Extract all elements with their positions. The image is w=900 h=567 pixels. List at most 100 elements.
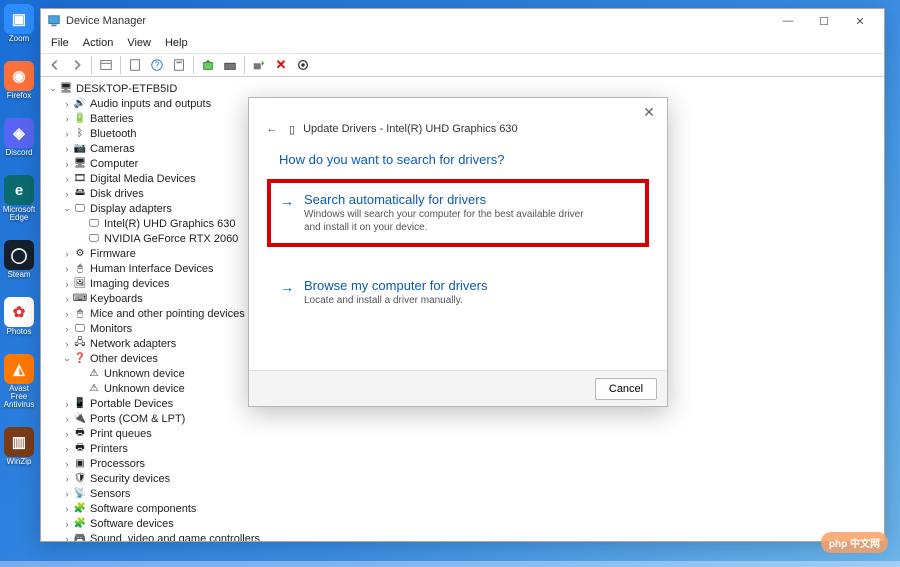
expand-icon[interactable]: › (61, 144, 73, 154)
menu-view[interactable]: View (127, 37, 151, 49)
update-driver-icon[interactable] (198, 55, 218, 75)
taskbar-app[interactable]: ◭Avast Free Antivirus (0, 354, 38, 409)
category-icon: 🎮 (73, 533, 87, 542)
app-icon: ▣ (4, 4, 34, 34)
tree-label: Processors (90, 458, 145, 470)
expand-icon[interactable]: › (61, 429, 73, 439)
svg-text:?: ? (155, 61, 160, 70)
expand-icon[interactable]: › (61, 129, 73, 139)
menubar: File Action View Help (41, 33, 884, 53)
expand-icon[interactable]: › (61, 339, 73, 349)
app-label: Zoom (9, 35, 29, 43)
tree-label: DESKTOP-ETFB5ID (76, 83, 177, 95)
option-description: Windows will search your computer for th… (304, 209, 594, 234)
category-icon: ⚠ (87, 383, 101, 395)
dialog-close-button[interactable]: ✕ (637, 102, 661, 122)
maximize-button[interactable]: ☐ (806, 11, 842, 31)
expand-icon[interactable]: › (61, 99, 73, 109)
taskbar-app[interactable]: ▣Zoom (0, 4, 38, 43)
expand-icon[interactable]: ⌄ (61, 203, 73, 214)
expand-icon[interactable]: ⌄ (61, 353, 73, 364)
window-title: Device Manager (66, 15, 146, 27)
taskbar-app[interactable]: ◈Discord (0, 118, 38, 157)
tree-label: Unknown device (104, 368, 185, 380)
close-button[interactable]: ✕ (842, 11, 878, 31)
taskbar-app[interactable]: ✿Photos (0, 297, 38, 336)
tree-label: Keyboards (90, 293, 143, 305)
tree-item[interactable]: ›🧩Software devices (47, 516, 878, 531)
expand-icon[interactable]: › (61, 504, 73, 514)
expand-icon[interactable]: › (61, 279, 73, 289)
expand-icon[interactable]: › (61, 324, 73, 334)
expand-icon[interactable]: › (61, 309, 73, 319)
tree-item[interactable]: ›▣Processors (47, 456, 878, 471)
expand-icon[interactable]: › (61, 264, 73, 274)
show-hidden-icon[interactable] (96, 55, 116, 75)
expand-icon[interactable]: › (61, 474, 73, 484)
expand-icon[interactable]: › (61, 189, 73, 199)
tree-item[interactable]: ›🔌Ports (COM & LPT) (47, 411, 878, 426)
tree-label: Mice and other pointing devices (90, 308, 245, 320)
tree-label: Network adapters (90, 338, 176, 350)
dialog-back-button[interactable]: ← (263, 120, 281, 138)
expand-icon[interactable]: › (61, 489, 73, 499)
category-icon: 🖱 (73, 308, 87, 320)
back-icon[interactable] (45, 55, 65, 75)
taskbar-app[interactable]: eMicrosoft Edge (0, 175, 38, 222)
category-icon: 🖼 (73, 278, 87, 290)
expand-icon[interactable]: › (61, 399, 73, 409)
arrow-right-icon: → (280, 193, 294, 209)
cancel-button[interactable]: Cancel (595, 378, 657, 400)
expand-icon[interactable]: › (61, 174, 73, 184)
tree-item[interactable]: ›🎮Sound, video and game controllers (47, 531, 878, 541)
arrow-right-icon: → (280, 279, 294, 295)
expand-icon[interactable]: ⌄ (47, 83, 59, 94)
category-icon: ᛒ (73, 128, 87, 140)
tree-item[interactable]: ›🧩Software components (47, 501, 878, 516)
menu-action[interactable]: Action (83, 37, 114, 49)
properties-icon[interactable] (125, 55, 145, 75)
app-icon: ◯ (4, 240, 34, 270)
tree-label: Audio inputs and outputs (90, 98, 211, 110)
menu-file[interactable]: File (51, 37, 69, 49)
delete-icon[interactable]: ✕ (271, 55, 291, 75)
expand-icon[interactable]: › (61, 534, 73, 542)
expand-icon[interactable]: › (61, 294, 73, 304)
expand-icon[interactable]: › (61, 249, 73, 259)
tree-item[interactable]: ›🖶Printers (47, 441, 878, 456)
forward-icon[interactable] (67, 55, 87, 75)
app-icon (47, 14, 61, 28)
expand-icon[interactable]: › (61, 459, 73, 469)
tree-label: Disk drives (90, 188, 144, 200)
minimize-button[interactable]: — (770, 11, 806, 31)
browse-computer-option[interactable]: → Browse my computer for drivers Locate … (269, 267, 647, 319)
tree-item[interactable]: ›📡Sensors (47, 486, 878, 501)
app-icon: e (4, 175, 34, 205)
expand-icon[interactable]: › (61, 114, 73, 124)
tree-root[interactable]: ⌄🖥DESKTOP-ETFB5ID (47, 81, 878, 96)
action-icon[interactable] (169, 55, 189, 75)
tree-item[interactable]: ›🖶Print queues (47, 426, 878, 441)
taskbar-app[interactable]: ◯Steam (0, 240, 38, 279)
menu-help[interactable]: Help (165, 37, 188, 49)
tree-label: Print queues (90, 428, 152, 440)
update-drivers-dialog: ✕ ← ▯ Update Drivers - Intel(R) UHD Grap… (248, 97, 668, 407)
titlebar[interactable]: Device Manager — ☐ ✕ (41, 9, 884, 33)
expand-icon[interactable]: › (61, 414, 73, 424)
taskbar-app[interactable]: ▥WinZip (0, 427, 38, 466)
search-automatically-option[interactable]: → Search automatically for drivers Windo… (269, 181, 647, 245)
expand-icon[interactable]: › (61, 159, 73, 169)
tree-label: Other devices (90, 353, 158, 365)
uninstall-icon[interactable] (220, 55, 240, 75)
help-icon[interactable]: ? (147, 55, 167, 75)
tree-label: Batteries (90, 113, 133, 125)
tree-item[interactable]: ›🛡Security devices (47, 471, 878, 486)
option-title: Browse my computer for drivers (304, 278, 634, 293)
disable-icon[interactable] (249, 55, 269, 75)
expand-icon[interactable]: › (61, 444, 73, 454)
category-icon: 🔋 (73, 113, 87, 125)
scan-icon[interactable] (293, 55, 313, 75)
taskbar-app[interactable]: ◉Firefox (0, 61, 38, 100)
category-icon: 🧩 (73, 518, 87, 530)
expand-icon[interactable]: › (61, 519, 73, 529)
